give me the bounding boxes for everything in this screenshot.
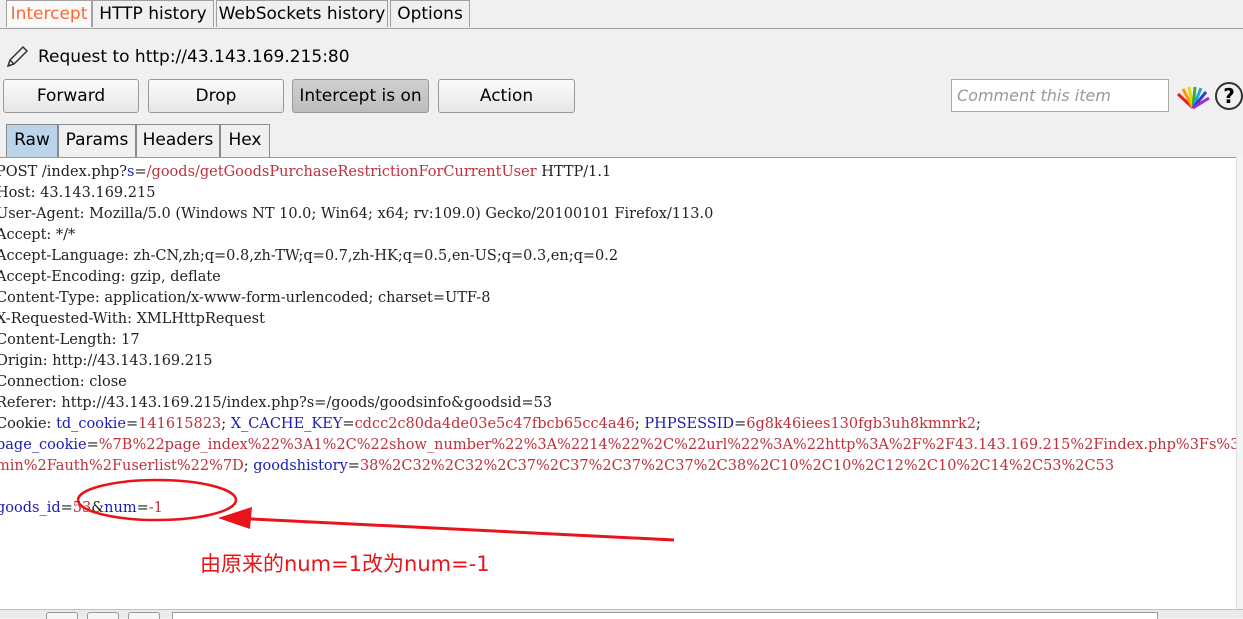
annotation-arrow-line (231, 516, 675, 542)
annotation-overlay (76, 478, 675, 542)
annotation-text: 由原来的num=1改为num=-1 (200, 552, 490, 576)
annotation-ellipse (76, 478, 238, 522)
